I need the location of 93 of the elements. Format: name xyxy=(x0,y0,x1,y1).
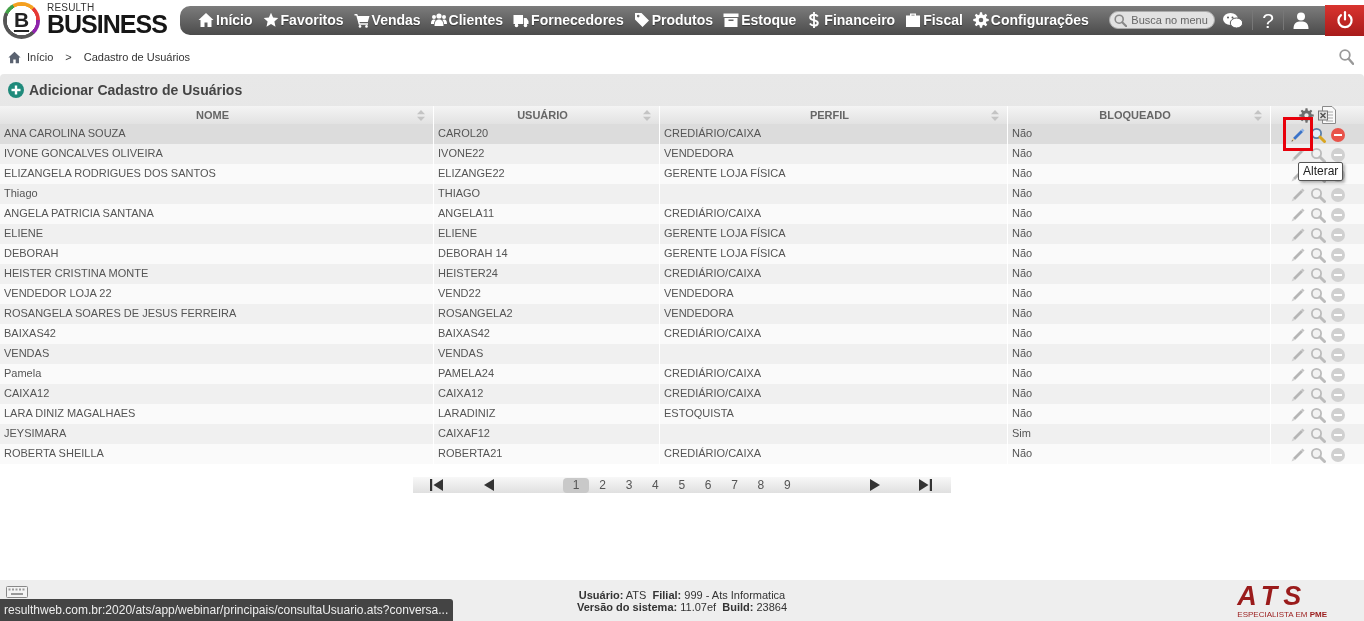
page-link[interactable]: 7 xyxy=(721,477,748,493)
spreadsheet-icon[interactable] xyxy=(1318,106,1336,124)
table-cell-text: Thiago xyxy=(3,186,39,201)
column-header[interactable]: NOME xyxy=(196,109,229,121)
page-link[interactable]: 4 xyxy=(642,477,669,493)
menu-item[interactable]: Clientes xyxy=(430,12,504,28)
breadcrumb-item[interactable]: Início xyxy=(27,51,54,63)
panel-title[interactable]: Adicionar Cadastro de Usuários xyxy=(29,82,243,98)
menu-item[interactable]: Financeiro xyxy=(806,12,896,28)
house-icon xyxy=(8,50,21,64)
power-button[interactable] xyxy=(1325,4,1364,36)
chat-icon[interactable] xyxy=(1223,11,1244,29)
next-page-icon[interactable] xyxy=(870,479,880,491)
last-page-icon[interactable] xyxy=(919,479,932,491)
company-logo: ATS xyxy=(1237,582,1308,610)
previous-page-icon[interactable] xyxy=(484,479,494,491)
page-link[interactable]: 6 xyxy=(694,477,722,493)
system-info-line: Usuário: ATS Filial: 999 - Ats Informatica xyxy=(578,588,786,601)
help-button[interactable]: ? xyxy=(1262,9,1274,31)
search-icon[interactable] xyxy=(1339,49,1354,65)
system-info-line: Versão do sistema: 11.07ef Build: 23864 xyxy=(576,600,788,613)
menu-item[interactable]: Fornecedores xyxy=(513,12,624,28)
search-field[interactable]: Busca no menu xyxy=(1109,11,1216,29)
house-icon xyxy=(198,12,214,28)
logo-tagline: ESPECIALISTA EM PME xyxy=(1237,610,1327,619)
table-cell-text: VENDEDOR LOJA 22 xyxy=(3,286,113,301)
table-cell-text: ANGELA PATRICIA SANTANA xyxy=(3,206,155,221)
page-link[interactable]: 3 xyxy=(615,477,643,493)
pencil-icon[interactable] xyxy=(1290,127,1306,143)
table-cell-text: ROSANGELA SOARES DE JESUS FERREIRA xyxy=(3,306,238,321)
brand-name: BUSINESS xyxy=(47,12,167,37)
table-cell: ROBERTA21 xyxy=(433,444,659,464)
magnifier-icon[interactable] xyxy=(1310,127,1326,143)
table-cell: CREDIÁRIO/CAIXA xyxy=(659,444,1007,464)
page-link[interactable]: 2 xyxy=(589,477,616,493)
keyboard-icon[interactable] xyxy=(6,586,28,598)
star-icon xyxy=(262,12,279,28)
menu-item[interactable]: Favoritos xyxy=(262,12,344,28)
page-link[interactable]: 8 xyxy=(747,477,775,493)
table-cell: Não xyxy=(1007,444,1270,464)
column-header[interactable]: BLOQUEADO xyxy=(1099,109,1171,121)
table-row[interactable]: ANA CAROLINA SOUZA CAROL20 CREDIÁRIO/CAIXA Não xyxy=(0,124,1364,144)
table-row[interactable]: IVONE GONCALVES OLIVEIRA IVONE22 VENDEDORA Não xyxy=(0,144,1364,164)
add-icon[interactable] xyxy=(8,82,24,98)
page-link[interactable]: 5 xyxy=(668,477,695,493)
tag-icon xyxy=(633,12,650,28)
table-cell-text: ROBERTA SHEILLA xyxy=(3,446,105,461)
briefcase-icon xyxy=(905,12,922,28)
brand-subtitle: RESULTH xyxy=(47,3,96,13)
sort-icon[interactable] xyxy=(991,109,999,121)
menu-item[interactable]: Início xyxy=(198,12,253,28)
menu-item[interactable]: Configurações xyxy=(972,12,1089,28)
settings-icon[interactable] xyxy=(1299,107,1314,123)
menu-item[interactable]: Produtos xyxy=(633,12,714,28)
gear-icon xyxy=(972,12,989,28)
cart-icon xyxy=(353,12,370,28)
menu-item[interactable]: Vendas xyxy=(353,12,421,28)
table-cell-text: IVONE GONCALVES OLIVEIRA xyxy=(3,146,164,161)
breadcrumb-item[interactable]: Cadastro de Usuários xyxy=(83,51,191,63)
menu-item[interactable]: Fiscal xyxy=(905,12,963,28)
magnifier-icon[interactable] xyxy=(1310,147,1326,163)
table-cell-text: LARA DINIZ MAGALHAES xyxy=(3,406,137,421)
power-icon xyxy=(1335,11,1354,29)
table-cell-text: ELIENE xyxy=(3,226,45,241)
menu-item[interactable]: Estoque xyxy=(723,12,797,28)
status-bar-url: resulthweb.com.br:2020/ats/app/webinar/principais/consultaUsuario.ats?conversa... xyxy=(0,599,454,621)
truck-icon xyxy=(513,12,530,28)
sort-icon[interactable] xyxy=(1254,109,1262,121)
sort-icon[interactable] xyxy=(417,109,425,121)
archive-box-icon xyxy=(723,12,740,28)
table-cell-text: VENDAS xyxy=(3,346,51,361)
minus-circle-icon[interactable] xyxy=(1330,127,1346,143)
minus-circle-icon[interactable] xyxy=(1330,147,1346,163)
table-cell-text: CAIXA12 xyxy=(3,386,51,401)
column-header[interactable]: PERFIL xyxy=(809,109,850,121)
breadcrumb-separator: > xyxy=(65,51,72,63)
table-cell-text: ELIZANGELA RODRIGUES DOS SANTOS xyxy=(3,166,217,181)
user-icon[interactable] xyxy=(1293,11,1309,29)
search-icon xyxy=(1114,14,1128,27)
sort-icon[interactable] xyxy=(643,109,651,121)
first-page-icon[interactable] xyxy=(430,479,443,491)
logo-mark: B xyxy=(3,1,40,39)
page-link[interactable]: 1 xyxy=(563,477,590,493)
table-cell-text: HEISTER CRISTINA MONTE xyxy=(3,266,150,281)
page-link[interactable]: 9 xyxy=(774,477,801,493)
table-cell-text: JEYSIMARA xyxy=(3,426,68,441)
table-cell-text: Pamela xyxy=(3,366,43,381)
table-cell-text: DEBORAH xyxy=(3,246,60,261)
users-icon xyxy=(430,12,447,28)
column-header[interactable]: USUÁRIO xyxy=(517,109,568,121)
table-cell-text: BAIXAS42 xyxy=(3,326,57,341)
tooltip: Alterar xyxy=(1298,162,1344,181)
table-cell-text: ANA CAROLINA SOUZA xyxy=(3,126,127,141)
